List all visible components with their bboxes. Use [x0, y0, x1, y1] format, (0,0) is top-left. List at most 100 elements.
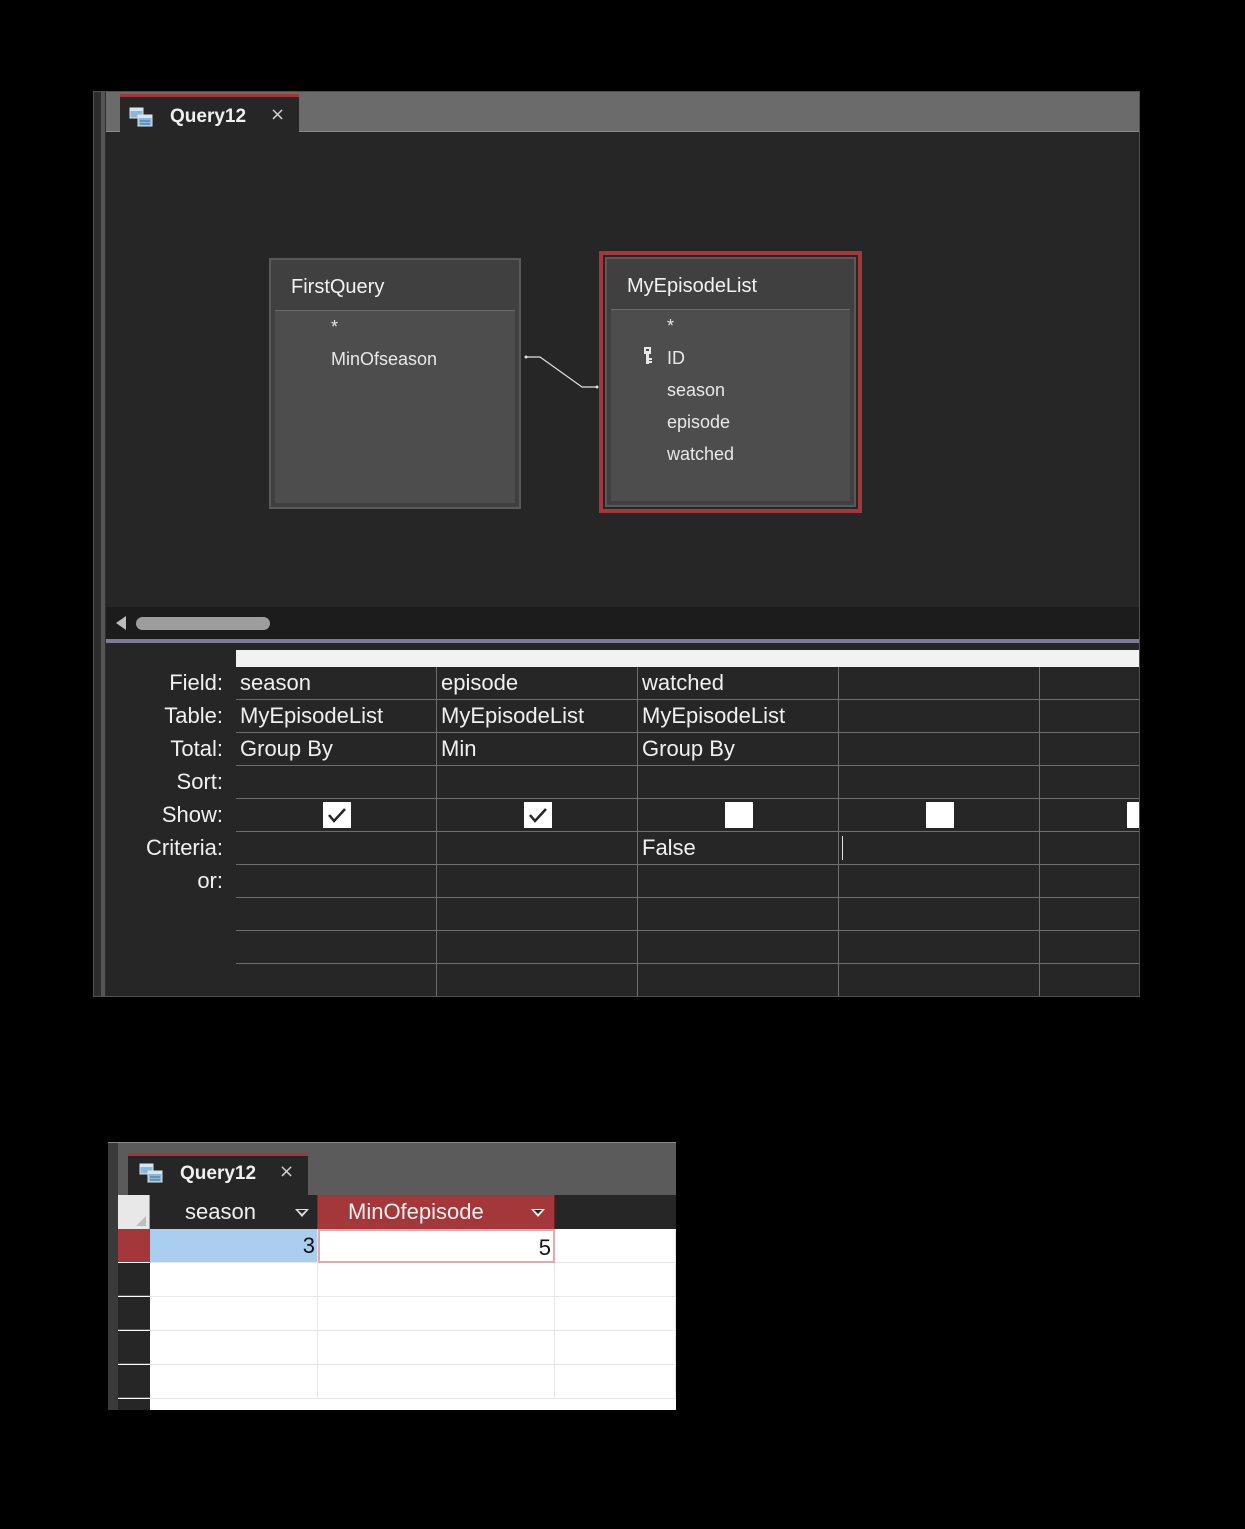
or-cell[interactable]	[236, 865, 437, 898]
field-cell[interactable]: watched	[638, 667, 839, 700]
select-all-corner[interactable]	[118, 1195, 150, 1229]
or-cell[interactable]	[638, 865, 839, 898]
field-cell[interactable]: episode	[437, 667, 638, 700]
extra-cell[interactable]	[236, 931, 437, 964]
extra-cell[interactable]	[236, 898, 437, 931]
cell-empty[interactable]	[150, 1263, 318, 1297]
table-cell[interactable]	[1040, 700, 1139, 733]
field-list-item[interactable]: watched	[667, 444, 734, 465]
extra-cell[interactable]	[1040, 898, 1139, 931]
extra-cell[interactable]	[839, 898, 1040, 931]
table-box-firstquery[interactable]: FirstQuery * MinOfseason	[269, 258, 521, 509]
show-cell[interactable]	[638, 799, 839, 832]
record-selector[interactable]	[118, 1365, 150, 1398]
extra-cell[interactable]	[1040, 964, 1139, 996]
table-cell[interactable]: MyEpisodeList	[236, 700, 437, 733]
column-header-season[interactable]: season	[150, 1195, 318, 1229]
criteria-cell[interactable]	[1040, 832, 1139, 865]
column-selector[interactable]	[236, 650, 438, 667]
cell-empty[interactable]	[555, 1365, 676, 1399]
extra-cell[interactable]	[638, 964, 839, 996]
column-header-minofepisode[interactable]: MinOfepisode	[318, 1195, 555, 1229]
record-selector[interactable]	[118, 1399, 150, 1410]
close-icon[interactable]: ×	[279, 1161, 294, 1182]
cell-minofepisode[interactable]: 5	[318, 1229, 555, 1263]
show-checkbox-checked[interactable]	[322, 802, 351, 828]
show-checkbox-checked[interactable]	[523, 802, 552, 828]
table-cell[interactable]: MyEpisodeList	[437, 700, 638, 733]
field-cell[interactable]	[839, 667, 1040, 700]
extra-cell[interactable]	[236, 964, 437, 996]
horizontal-scrollbar[interactable]	[106, 607, 1139, 639]
record-selector[interactable]	[118, 1331, 150, 1364]
show-checkbox[interactable]	[1126, 802, 1139, 828]
total-cell[interactable]: Group By	[638, 733, 839, 766]
column-selector[interactable]	[437, 650, 639, 667]
scrollbar-thumb[interactable]	[136, 617, 270, 630]
or-cell[interactable]	[1040, 865, 1139, 898]
cell-empty[interactable]	[555, 1297, 676, 1331]
sort-cell[interactable]	[437, 766, 638, 799]
total-cell[interactable]	[839, 733, 1040, 766]
criteria-cell[interactable]	[839, 832, 1040, 865]
extra-cell[interactable]	[437, 931, 638, 964]
column-selector[interactable]	[1040, 650, 1139, 667]
cell-empty[interactable]	[318, 1297, 555, 1331]
total-cell[interactable]	[1040, 733, 1139, 766]
cell-season[interactable]: 3	[150, 1229, 318, 1263]
filter-dropdown-icon[interactable]	[531, 1209, 545, 1217]
field-list[interactable]: * ID season episode watched	[611, 309, 850, 501]
criteria-cell[interactable]	[437, 832, 638, 865]
tab-query12[interactable]: Query12 ×	[128, 1153, 308, 1195]
show-cell[interactable]	[839, 799, 1040, 832]
show-cell[interactable]	[236, 799, 437, 832]
criteria-cell[interactable]: False	[638, 832, 839, 865]
field-list-item-key[interactable]: ID	[667, 348, 685, 369]
cell-empty[interactable]	[555, 1229, 676, 1263]
cell-empty[interactable]	[318, 1263, 555, 1297]
extra-cell[interactable]	[638, 898, 839, 931]
table-cell[interactable]	[839, 700, 1040, 733]
cell-empty[interactable]	[555, 1331, 676, 1365]
record-selector[interactable]	[118, 1297, 150, 1330]
tab-query12[interactable]: Query12 ×	[120, 94, 299, 134]
cell-empty[interactable]	[318, 1331, 555, 1365]
field-cell[interactable]: season	[236, 667, 437, 700]
field-list-item[interactable]: *	[331, 317, 338, 338]
filter-dropdown-icon[interactable]	[295, 1209, 309, 1217]
or-cell[interactable]	[839, 865, 1040, 898]
total-cell[interactable]: Min	[437, 733, 638, 766]
column-selector[interactable]	[638, 650, 840, 667]
sort-cell[interactable]	[236, 766, 437, 799]
field-list-item[interactable]: episode	[667, 412, 730, 433]
extra-cell[interactable]	[839, 931, 1040, 964]
record-selector[interactable]	[118, 1263, 150, 1296]
show-cell[interactable]	[1040, 799, 1139, 832]
extra-cell[interactable]	[437, 964, 638, 996]
show-cell[interactable]	[437, 799, 638, 832]
extra-cell[interactable]	[1040, 931, 1139, 964]
field-list-item[interactable]: season	[667, 380, 725, 401]
sort-cell[interactable]	[839, 766, 1040, 799]
cell-empty[interactable]	[150, 1297, 318, 1331]
or-cell[interactable]	[437, 865, 638, 898]
field-list-item[interactable]: *	[667, 316, 674, 337]
close-icon[interactable]: ×	[270, 104, 285, 125]
show-checkbox[interactable]	[724, 802, 753, 828]
column-selector[interactable]	[839, 650, 1041, 667]
table-box-myepisodelist[interactable]: MyEpisodeList * ID season episode watche…	[599, 251, 862, 513]
sort-cell[interactable]	[638, 766, 839, 799]
join-line[interactable]	[524, 347, 604, 397]
cell-empty[interactable]	[555, 1263, 676, 1297]
extra-cell[interactable]	[437, 898, 638, 931]
criteria-cell[interactable]	[236, 832, 437, 865]
extra-cell[interactable]	[638, 931, 839, 964]
cell-empty[interactable]	[318, 1365, 555, 1399]
table-cell[interactable]: MyEpisodeList	[638, 700, 839, 733]
scroll-left-icon[interactable]	[116, 616, 126, 630]
show-checkbox[interactable]	[925, 802, 954, 828]
total-cell[interactable]: Group By	[236, 733, 437, 766]
field-list-item[interactable]: MinOfseason	[331, 349, 437, 370]
field-list[interactable]: * MinOfseason	[275, 310, 515, 503]
sort-cell[interactable]	[1040, 766, 1139, 799]
